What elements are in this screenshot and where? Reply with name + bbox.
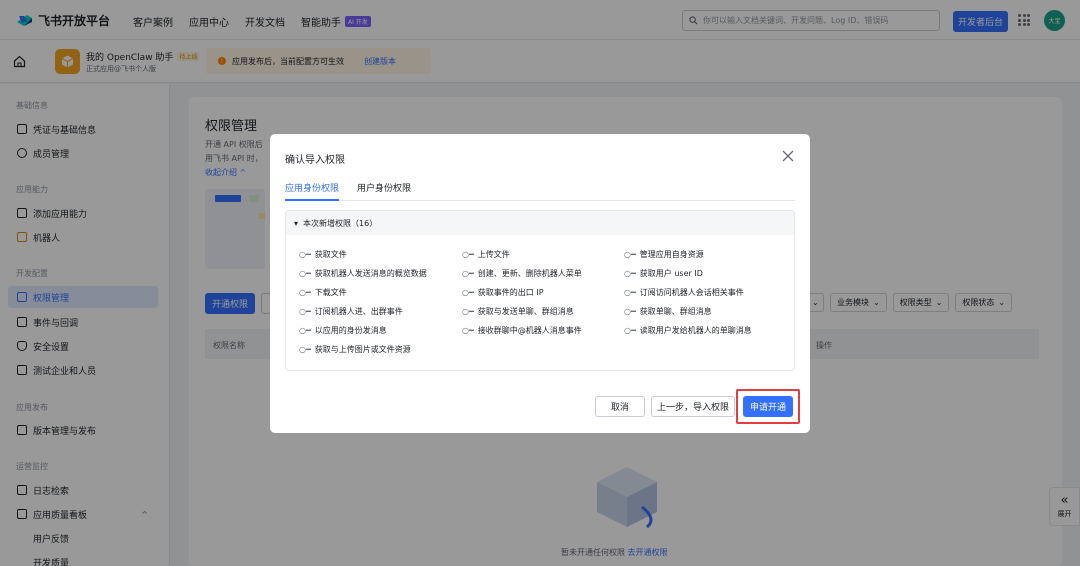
tab-user-permissions[interactable]: 用户身份权限 bbox=[357, 181, 411, 199]
key-icon: ○━ bbox=[624, 288, 636, 297]
permission-count: 本次新增权限（16） bbox=[303, 218, 378, 228]
permission-name: 获取与发送单聊、群组消息 bbox=[477, 307, 574, 316]
key-icon: ○━ bbox=[299, 269, 311, 278]
permission-name: 获取单聊、群组消息 bbox=[639, 307, 712, 316]
list-item: ○━ 获取与发送单聊、群组消息 bbox=[462, 306, 574, 317]
permission-name: 下载文件 bbox=[314, 288, 347, 297]
key-icon: ○━ bbox=[299, 345, 311, 354]
list-item: ○━ 获取与上传图片或文件资源 bbox=[299, 344, 411, 355]
dialog-tabs: 应用身份权限 用户身份权限 bbox=[285, 180, 795, 201]
list-item: ○━ 获取机器人发送消息的概览数据 bbox=[299, 268, 427, 279]
dialog-title: 确认导入权限 bbox=[285, 155, 345, 166]
list-item: ○━ 获取单聊、群组消息 bbox=[624, 306, 712, 317]
key-icon: ○━ bbox=[462, 288, 474, 297]
list-item: ○━ 订阅访问机器人会话相关事件 bbox=[624, 287, 744, 298]
permission-name: 上传文件 bbox=[477, 250, 510, 259]
permission-name: 获取用户 user ID bbox=[639, 269, 703, 278]
back-import-button[interactable]: 上一步，导入权限 bbox=[651, 396, 735, 417]
key-icon: ○━ bbox=[624, 250, 636, 259]
list-item: ○━ 创建、更新、删除机器人菜单 bbox=[462, 268, 582, 279]
key-icon: ○━ bbox=[299, 250, 311, 259]
highlight-box bbox=[736, 389, 800, 424]
permission-name: 管理应用自身资源 bbox=[639, 250, 704, 259]
key-icon: ○━ bbox=[462, 326, 474, 335]
permission-name: 订阅机器人进、出群事件 bbox=[314, 307, 403, 316]
tab-app-permissions[interactable]: 应用身份权限 bbox=[285, 181, 340, 201]
key-icon: ○━ bbox=[299, 326, 311, 335]
cancel-button[interactable]: 取消 bbox=[595, 396, 645, 417]
permission-name: 读取用户发给机器人的单聊消息 bbox=[639, 326, 752, 335]
key-icon: ○━ bbox=[299, 307, 311, 316]
key-icon: ○━ bbox=[624, 269, 636, 278]
list-item: ○━ 获取用户 user ID bbox=[624, 268, 703, 279]
list-item: ○━ 读取用户发给机器人的单聊消息 bbox=[624, 325, 752, 336]
import-permission-dialog: 确认导入权限 应用身份权限 用户身份权限 ▾ 本次新增权限（16） ○━ 获取文件… bbox=[270, 134, 810, 433]
list-item: ○━ 获取事件的出口 IP bbox=[462, 287, 544, 298]
caret-down-icon: ▾ bbox=[294, 218, 299, 228]
permission-name: 获取事件的出口 IP bbox=[477, 288, 544, 297]
list-item: ○━ 接收群聊中@机器人消息事件 bbox=[462, 325, 582, 336]
close-icon[interactable] bbox=[781, 149, 795, 163]
permission-list-box: ▾ 本次新增权限（16） ○━ 获取文件 ○━ 上传文件 ○━ 管理应用自身资源 ○━… bbox=[285, 210, 795, 371]
key-icon: ○━ bbox=[624, 326, 636, 335]
key-icon: ○━ bbox=[299, 288, 311, 297]
permission-name: 接收群聊中@机器人消息事件 bbox=[477, 326, 582, 335]
key-icon: ○━ bbox=[624, 307, 636, 316]
permission-name: 创建、更新、删除机器人菜单 bbox=[477, 269, 582, 278]
key-icon: ○━ bbox=[462, 269, 474, 278]
permission-name: 获取机器人发送消息的概览数据 bbox=[314, 269, 427, 278]
key-icon: ○━ bbox=[462, 250, 474, 259]
list-item: ○━ 下载文件 bbox=[299, 287, 347, 298]
list-item: ○━ 上传文件 bbox=[462, 249, 510, 260]
permission-name: 订阅访问机器人会话相关事件 bbox=[639, 288, 744, 297]
permission-list-header[interactable]: ▾ 本次新增权限（16） bbox=[286, 211, 794, 235]
list-item: ○━ 获取文件 bbox=[299, 249, 347, 260]
key-icon: ○━ bbox=[462, 307, 474, 316]
permission-name: 获取与上传图片或文件资源 bbox=[314, 345, 411, 354]
list-item: ○━ 管理应用自身资源 bbox=[624, 249, 704, 260]
list-item: ○━ 以应用的身份发消息 bbox=[299, 325, 387, 336]
permission-name: 获取文件 bbox=[314, 250, 347, 259]
list-item: ○━ 订阅机器人进、出群事件 bbox=[299, 306, 403, 317]
permission-name: 以应用的身份发消息 bbox=[314, 326, 387, 335]
